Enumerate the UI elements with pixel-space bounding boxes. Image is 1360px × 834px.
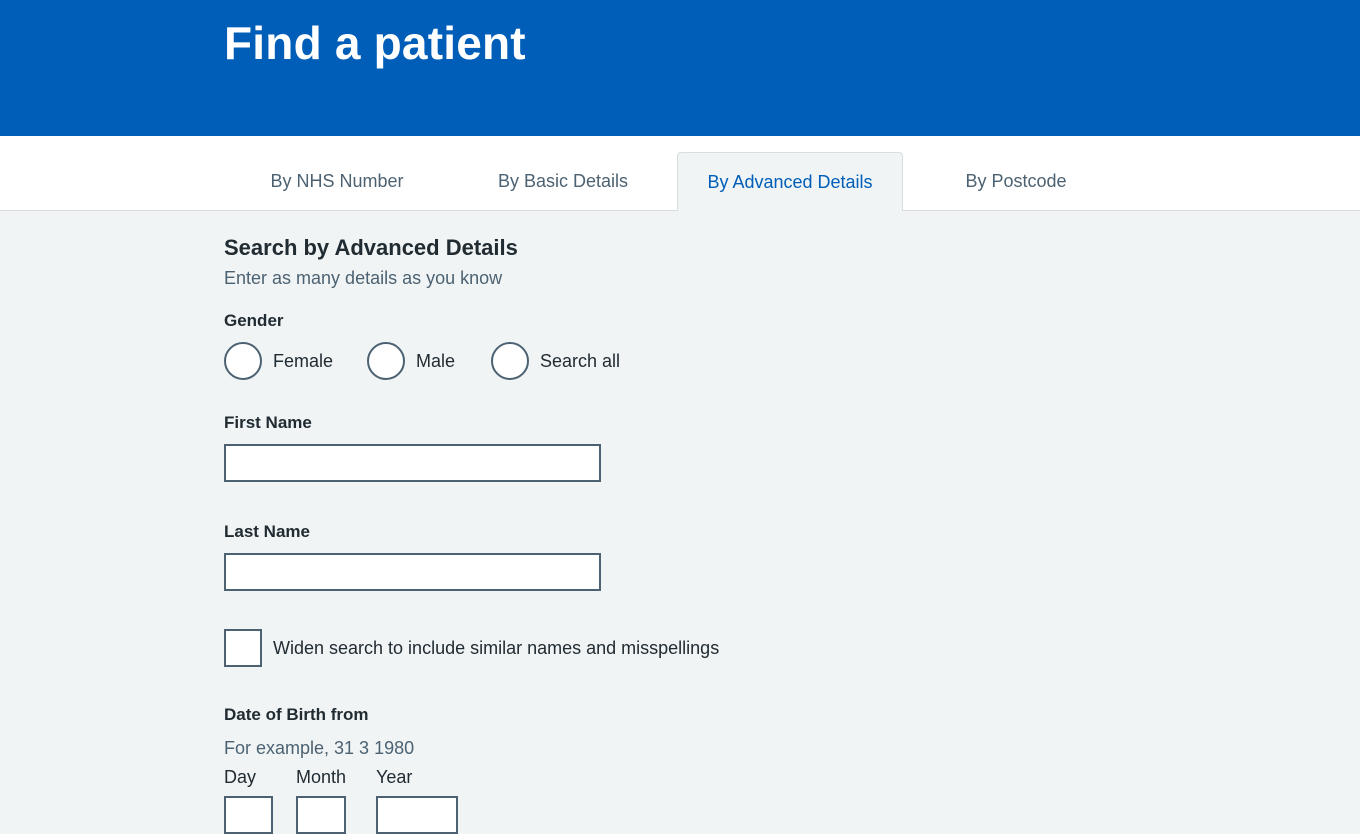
dob-day-input[interactable]: [224, 796, 273, 834]
first-name-input[interactable]: [224, 444, 601, 482]
page-title: Find a patient: [224, 17, 526, 69]
gender-female-radio[interactable]: Female: [224, 342, 333, 380]
radio-label-female: Female: [273, 350, 334, 371]
dob-day-label: Day: [224, 767, 257, 787]
radio-circle[interactable]: [491, 342, 529, 380]
radio-circle[interactable]: [367, 342, 405, 380]
widen-search-checkbox[interactable]: [224, 629, 262, 667]
dob-month-group: Month: [296, 767, 346, 834]
dob-month-label: Month: [296, 767, 347, 787]
tab-nhs-number[interactable]: By NHS Number: [224, 152, 450, 211]
radio-label-search-all: Search all: [540, 350, 621, 371]
tab-advanced-details[interactable]: By Advanced Details: [677, 152, 903, 211]
tab-postcode[interactable]: By Postcode: [903, 152, 1129, 211]
dob-from-label: Date of Birth from: [224, 705, 369, 724]
last-name-label: Last Name: [224, 522, 310, 541]
form-heading: Search by Advanced Details: [224, 235, 518, 260]
dob-from-hint: For example, 31 3 1980: [224, 738, 415, 758]
last-name-input[interactable]: [224, 553, 601, 591]
form-hint: Enter as many details as you know: [224, 268, 503, 288]
dob-year-input[interactable]: [376, 796, 458, 834]
tab-bar: By NHS Number By Basic Details By Advanc…: [0, 136, 1360, 211]
gender-search-all-radio[interactable]: Search all: [491, 342, 620, 380]
gender-male-radio[interactable]: Male: [367, 342, 455, 380]
widen-search-label: Widen search to include similar names an…: [273, 637, 720, 658]
radio-label-male: Male: [416, 350, 456, 371]
dob-year-label: Year: [376, 767, 413, 787]
tab-basic-details[interactable]: By Basic Details: [450, 152, 676, 211]
gender-label: Gender: [224, 311, 284, 330]
first-name-label: First Name: [224, 413, 312, 432]
dob-month-input[interactable]: [296, 796, 346, 834]
widen-search-row: Widen search to include similar names an…: [224, 629, 719, 667]
dob-year-group: Year: [376, 767, 458, 834]
radio-circle[interactable]: [224, 342, 262, 380]
dob-day-group: Day: [224, 767, 273, 834]
page-header: Find a patient: [0, 0, 1360, 136]
